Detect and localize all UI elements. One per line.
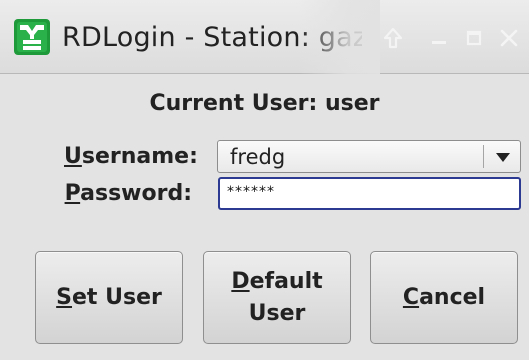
cancel-button[interactable]: Cancel xyxy=(370,251,518,344)
username-value: fredg xyxy=(230,145,286,169)
default-user-button[interactable]: Default User xyxy=(203,251,351,344)
password-label-text: assword: xyxy=(80,181,192,206)
cancel-label: Cancel xyxy=(403,282,485,314)
cancel-label-rest: ancel xyxy=(419,284,486,310)
default-user-mnemonic: D xyxy=(231,268,250,294)
minimize-icon[interactable] xyxy=(421,20,457,56)
cancel-mnemonic: C xyxy=(402,284,420,310)
set-user-label-rest: et User xyxy=(72,284,162,310)
password-mnemonic: P xyxy=(64,181,81,206)
current-user-label: Current User: user xyxy=(149,91,380,116)
shade-up-icon[interactable] xyxy=(375,20,411,56)
username-combobox[interactable]: fredg xyxy=(217,140,521,173)
set-user-mnemonic: S xyxy=(56,284,73,310)
username-label-text: sername: xyxy=(81,144,198,169)
default-user-label-rest: efault xyxy=(249,268,323,294)
password-label: Password: xyxy=(64,180,192,208)
default-user-label-line1: Default xyxy=(231,266,322,298)
password-input[interactable] xyxy=(218,177,521,210)
rdlogin-app-icon xyxy=(14,19,50,55)
title-fade xyxy=(300,0,380,74)
username-label: Username: xyxy=(64,143,198,171)
username-mnemonic: U xyxy=(64,144,82,169)
set-user-label: Set User xyxy=(56,282,162,314)
chevron-down-icon[interactable] xyxy=(495,150,511,164)
combo-separator xyxy=(483,145,484,168)
close-icon[interactable] xyxy=(491,20,527,56)
window-titlebar[interactable]: RDLogin - Station: gaz xyxy=(0,0,529,74)
set-user-button[interactable]: Set User xyxy=(35,251,183,344)
default-user-label-line2: User xyxy=(248,300,306,326)
maximize-icon[interactable] xyxy=(456,20,492,56)
